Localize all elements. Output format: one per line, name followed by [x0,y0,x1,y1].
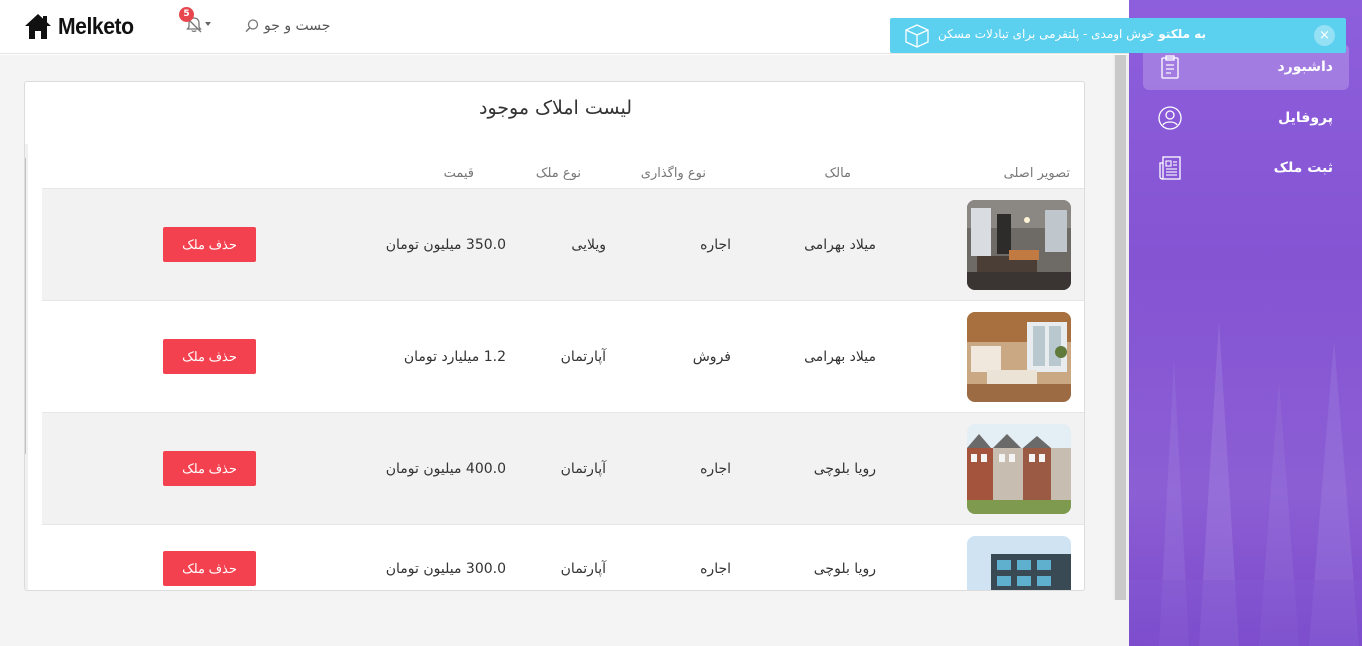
sidebar: داشبورد پروفایل ثبت ملک [1129,0,1362,646]
page-title: لیست املاک موجود [478,97,633,119]
logo[interactable]: Melketo [24,10,140,42]
property-image[interactable] [967,200,1071,290]
notification-count-badge: 5 [179,7,194,22]
interior-photo [967,312,1071,402]
delete-property-button[interactable]: حذف ملک [163,551,256,586]
chevron-down-icon [205,22,211,26]
owner-cell: رویا بلوچی [813,561,876,577]
property-image[interactable] [967,312,1071,402]
owner-cell: میلاد بهرامی [804,237,876,253]
column-header-transfer-type: نوع واگذاری [640,166,706,181]
table-row: میلاد بهرامی اجاره ویلایی 350.0 میلیون ت… [42,188,1084,300]
property-type-cell: آپارتمان [560,561,606,577]
apartment-building-photo [967,536,1071,590]
sidebar-mist [1129,260,1362,646]
scrollbar-thumb[interactable] [25,158,26,454]
property-type-cell: آپارتمان [560,461,606,477]
owner-cell: میلاد بهرامی [804,349,876,365]
property-image[interactable] [967,424,1071,514]
price-cell: 1.2 میلیارد تومان [403,349,506,365]
user-circle-icon [1158,106,1182,130]
column-header-image: تصویر اصلی [1003,166,1070,181]
price-cell: 350.0 میلیون تومان [385,237,506,253]
price-cell: 400.0 میلیون تومان [385,461,506,477]
search-input[interactable]: جست و جو [244,14,330,38]
transfer-type-cell: فروش [692,349,731,365]
toast-body: خوش اومدی - پلتفرمی برای تبادلات مسکن [938,27,1159,41]
clipboard-icon [1161,55,1179,79]
box-icon [905,24,929,48]
column-header-property-type: نوع ملک [535,166,581,181]
toast-brand: به ملکتو [1158,27,1206,41]
page-scrollbar[interactable] [1113,55,1129,600]
owner-cell: رویا بلوچی [813,461,876,477]
main-content: لیست املاک موجود تصویر اصلی مالک نوع واگ… [0,55,1113,646]
townhouse-photo [967,424,1071,514]
search-icon [245,19,259,33]
close-toast-button[interactable]: × [1314,25,1335,46]
transfer-type-cell: اجاره [700,461,731,477]
delete-property-button[interactable]: حذف ملک [163,339,256,374]
sidebar-item-profile[interactable]: پروفایل [1143,95,1349,141]
footer-area [0,600,1129,646]
delete-property-button[interactable]: حذف ملک [163,451,256,486]
property-type-cell: آپارتمان [560,349,606,365]
scroll-up-icon[interactable] [24,147,25,152]
search-placeholder: جست و جو [264,18,331,34]
scrollbar-thumb[interactable] [1115,55,1126,600]
table-row: رویا بلوچی اجاره آپارتمان 400.0 میلیون ت… [42,412,1084,524]
delete-property-button[interactable]: حذف ملک [163,227,256,262]
property-image[interactable] [967,536,1071,590]
transfer-type-cell: اجاره [700,237,731,253]
table-row: رویا بلوچی اجاره آپارتمان 300.0 میلیون ت… [42,524,1084,590]
logo-text: Melketo [58,12,134,39]
newspaper-icon [1159,156,1181,180]
notifications-button[interactable]: 5 [178,7,216,40]
properties-card: لیست املاک موجود تصویر اصلی مالک نوع واگ… [24,81,1085,591]
column-header-owner: مالک [824,166,851,181]
home-icon [25,14,51,39]
sidebar-item-register-property[interactable]: ثبت ملک [1143,145,1349,191]
price-cell: 300.0 میلیون تومان [385,561,506,577]
scroll-down-icon[interactable] [24,582,25,587]
transfer-type-cell: اجاره [700,561,731,577]
sidebar-item-label: پروفایل [1278,110,1333,126]
toast-message: به ملکتو خوش اومدی - پلتفرمی برای تبادلا… [938,27,1206,41]
property-type-cell: ویلایی [571,237,606,253]
column-header-price: قیمت [443,166,474,181]
sidebar-item-label: داشبورد [1277,59,1334,75]
table-scrollbar[interactable] [24,144,28,590]
living-room-photo [967,200,1071,290]
welcome-toast: به ملکتو خوش اومدی - پلتفرمی برای تبادلا… [890,18,1346,53]
table-row: میلاد بهرامی فروش آپارتمان 1.2 میلیارد ت… [42,300,1084,412]
sidebar-item-label: ثبت ملک [1273,160,1333,176]
